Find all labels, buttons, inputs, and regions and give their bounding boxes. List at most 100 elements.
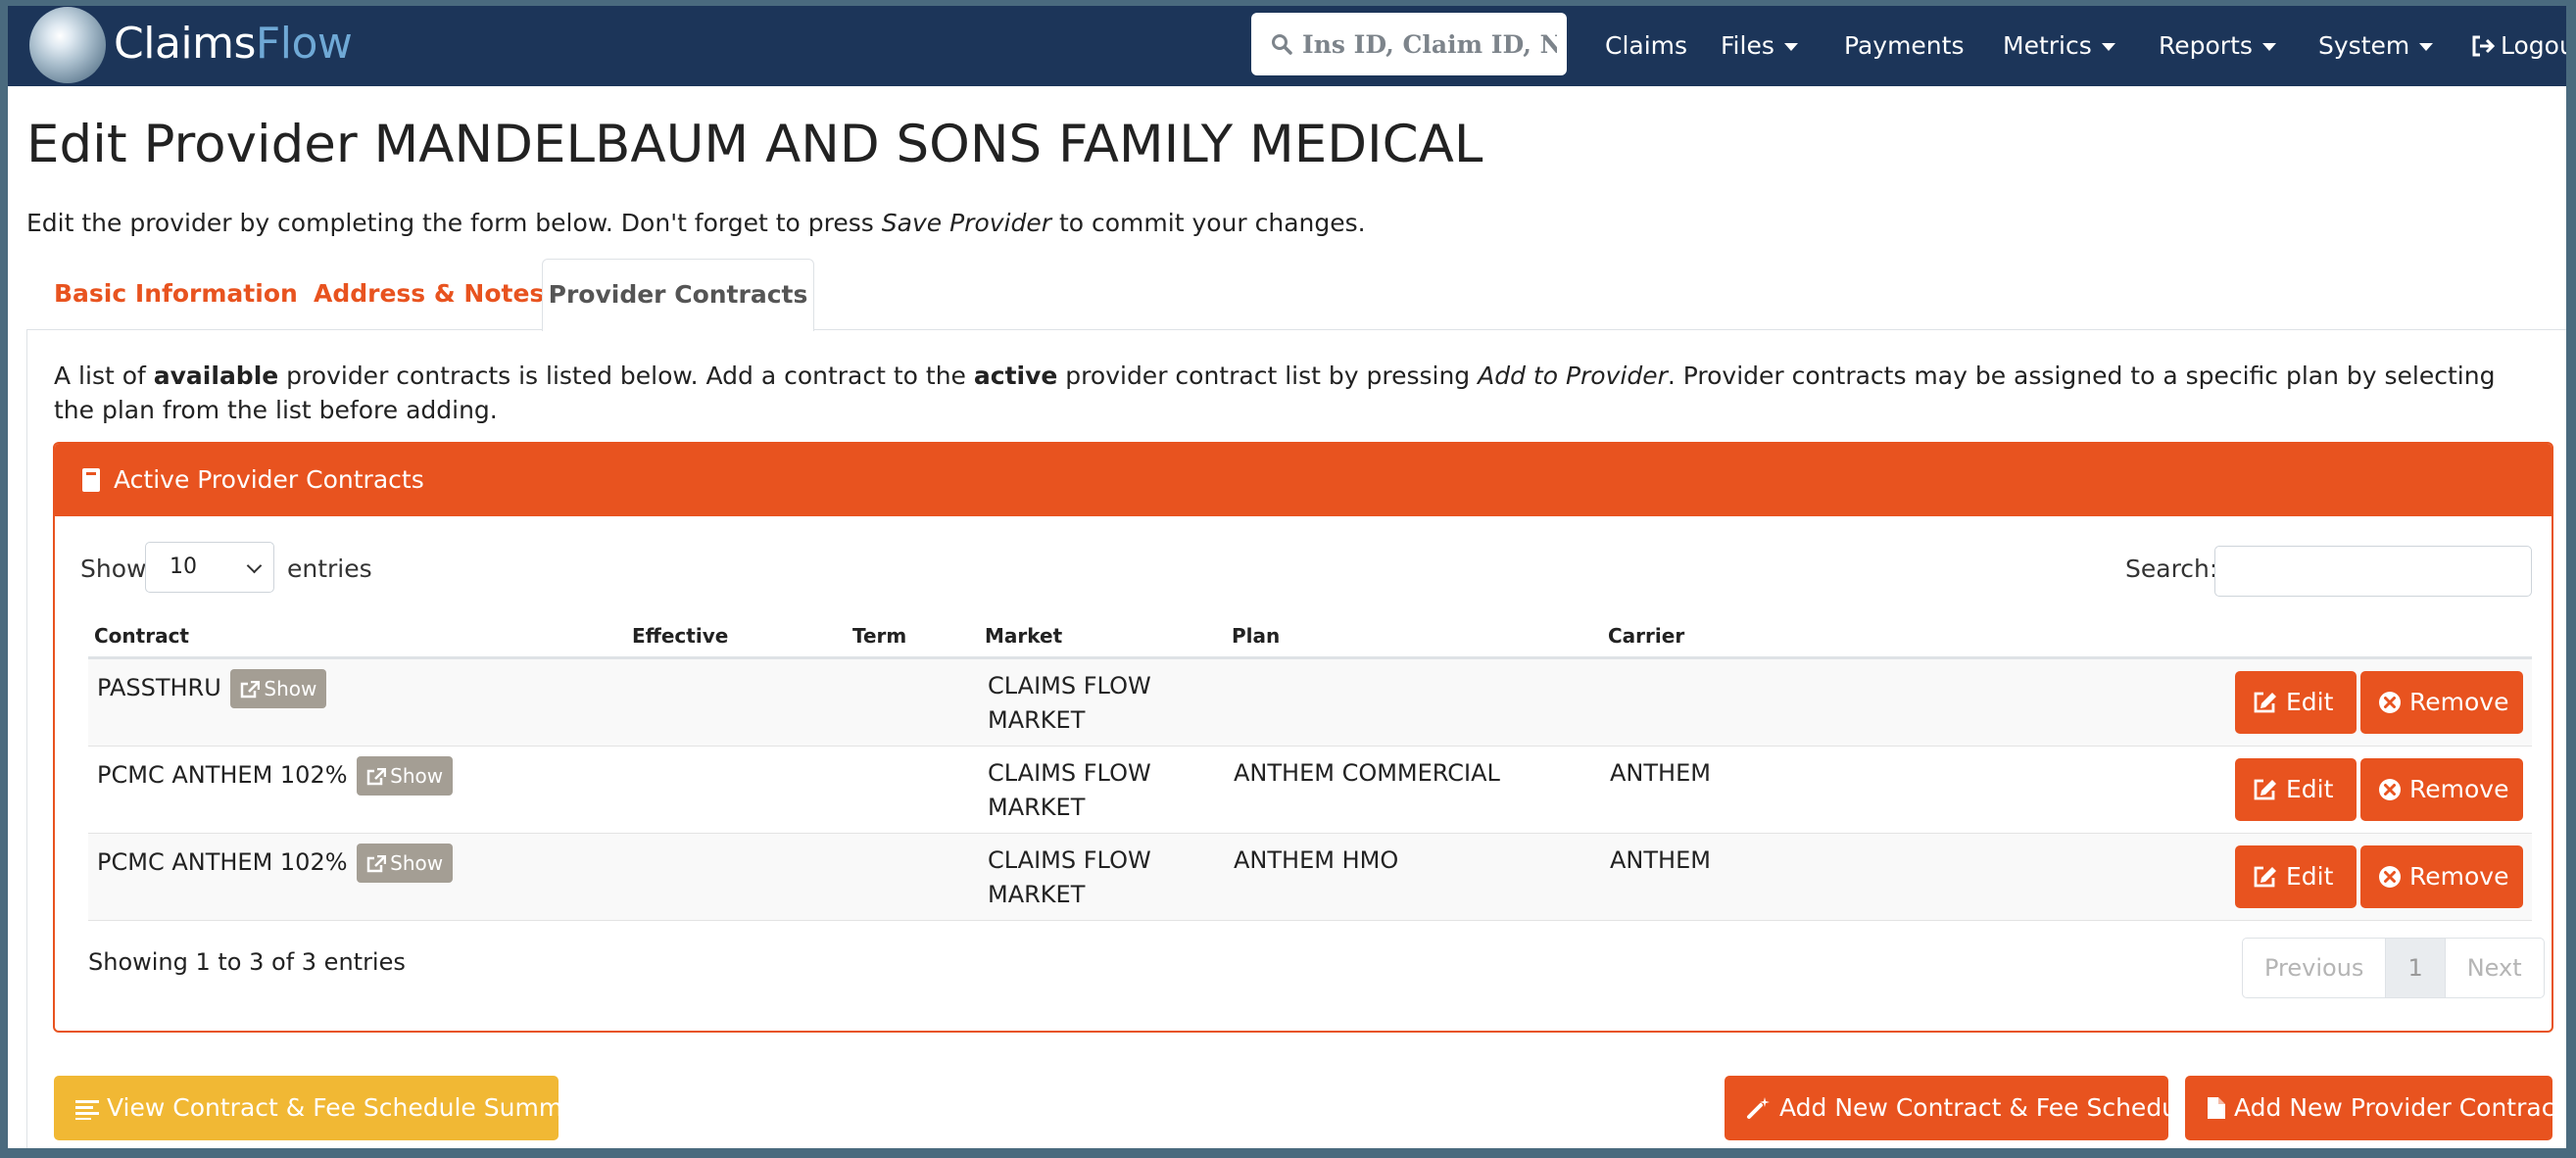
edit-contract-label: Edit xyxy=(2286,775,2334,803)
col-header-effective[interactable]: Effective xyxy=(632,623,728,649)
edit-contract-label: Edit xyxy=(2286,688,2334,716)
tab-address-notes-label: Address & Notes xyxy=(314,279,545,308)
desc-part-3: provider contracts is listed below. Add … xyxy=(278,362,974,390)
market-line-1: CLAIMS FLOW xyxy=(988,846,1151,874)
chevron-down-icon xyxy=(246,557,263,574)
add-contract-fee-schedule-label: Add New Contract & Fee Schedule xyxy=(1779,1093,2200,1122)
table-search-label: Search: xyxy=(2125,555,2218,583)
nav-reports-label: Reports xyxy=(2159,31,2253,60)
table-search-input[interactable] xyxy=(2214,546,2532,597)
page-size-value: 10 xyxy=(170,555,197,579)
card-header: Active Provider Contracts xyxy=(55,444,2552,516)
nav-reports[interactable]: Reports xyxy=(2159,6,2276,86)
show-contract-button[interactable]: Show xyxy=(230,669,327,708)
tab-basic-information[interactable]: Basic Information xyxy=(54,259,298,329)
table-row: PASSTHRU Show CLAIMS FLOW MARKET Edit Rem… xyxy=(88,659,2532,747)
remove-contract-label: Remove xyxy=(2409,862,2509,891)
market-line-2: MARKET xyxy=(988,706,1086,734)
col-header-contract[interactable]: Contract xyxy=(94,623,189,649)
book-icon xyxy=(82,468,100,492)
global-search-input[interactable] xyxy=(1300,28,1559,60)
nav-metrics[interactable]: Metrics xyxy=(2003,6,2115,86)
edit-icon xyxy=(2254,692,2276,713)
show-label: Show xyxy=(80,555,147,583)
cell-market: CLAIMS FLOW MARKET xyxy=(988,756,1151,825)
show-contract-label: Show xyxy=(264,677,317,700)
add-provider-contract-label: Add New Provider Contract xyxy=(2234,1093,2565,1122)
remove-contract-label: Remove xyxy=(2409,688,2509,716)
add-provider-contract-button[interactable]: Add New Provider Contract xyxy=(2185,1076,2564,1140)
caret-down-icon xyxy=(2419,43,2434,51)
nav-logout-label: Logout xyxy=(2501,31,2566,60)
edit-contract-button[interactable]: Edit xyxy=(2235,758,2357,821)
edit-contract-label: Edit xyxy=(2286,862,2334,891)
nav-payments-label: Payments xyxy=(1844,31,1965,60)
col-header-market[interactable]: Market xyxy=(985,623,1062,649)
desc-part-6: Add to Provider xyxy=(1478,362,1668,390)
external-link-icon xyxy=(366,854,387,873)
nav-files-label: Files xyxy=(1721,31,1774,60)
caret-down-icon xyxy=(2261,43,2276,51)
nav-system[interactable]: System xyxy=(2318,6,2434,86)
cell-market: CLAIMS FLOW MARKET xyxy=(988,669,1151,738)
cell-contract: PCMC ANTHEM 102% Show xyxy=(97,756,454,796)
pager-next[interactable]: Next xyxy=(2444,939,2544,997)
entries-label: entries xyxy=(287,555,372,583)
sign-out-icon xyxy=(2472,35,2496,57)
times-circle-icon xyxy=(2379,779,2401,800)
tab-provider-contracts-label: Provider Contracts xyxy=(548,280,808,309)
table-info: Showing 1 to 3 of 3 entries xyxy=(88,948,406,976)
col-header-term[interactable]: Term xyxy=(852,623,906,649)
show-contract-label: Show xyxy=(390,764,444,788)
cell-market: CLAIMS FLOW MARKET xyxy=(988,844,1151,912)
nav-payments[interactable]: Payments xyxy=(1844,6,1964,86)
list-icon xyxy=(75,1100,99,1120)
tab-provider-contracts[interactable]: Provider Contracts xyxy=(542,259,814,331)
page-size-select[interactable]: 10 xyxy=(145,542,274,593)
table-row: PCMC ANTHEM 102% Show CLAIMS FLOW MARKET … xyxy=(88,834,2532,921)
table-row: PCMC ANTHEM 102% Show CLAIMS FLOW MARKET … xyxy=(88,747,2532,834)
app-window: ClaimsFlow Claims Files Payments Metrics… xyxy=(8,6,2566,1148)
remove-contract-button[interactable]: Remove xyxy=(2360,845,2523,908)
pager-page-1[interactable]: 1 xyxy=(2385,939,2445,997)
file-icon xyxy=(2208,1097,2225,1119)
market-line-2: MARKET xyxy=(988,794,1086,821)
desc-part-1: A list of xyxy=(54,362,154,390)
cell-carrier: ANTHEM xyxy=(1610,759,1711,787)
nav-claims-label: Claims xyxy=(1605,31,1688,60)
page-intro-text-end: to commit your changes. xyxy=(1051,209,1366,237)
edit-contract-button[interactable]: Edit xyxy=(2235,845,2357,908)
edit-icon xyxy=(2254,779,2276,800)
nav-logout[interactable]: Logout xyxy=(2471,6,2566,86)
view-summary-button[interactable]: View Contract & Fee Schedule Summary xyxy=(54,1076,603,1140)
desc-part-4: active xyxy=(973,362,1058,390)
market-line-1: CLAIMS FLOW xyxy=(988,759,1151,787)
brand-logo[interactable]: ClaimsFlow xyxy=(114,19,353,69)
nav-system-label: System xyxy=(2318,31,2410,60)
cell-contract: PCMC ANTHEM 102% Show xyxy=(97,844,454,883)
nav-metrics-label: Metrics xyxy=(2003,31,2092,60)
remove-contract-button[interactable]: Remove xyxy=(2360,671,2523,734)
desc-part-2: available xyxy=(153,362,279,390)
pager-previous[interactable]: Previous xyxy=(2243,939,2385,997)
edit-contract-button[interactable]: Edit xyxy=(2235,671,2357,734)
show-contract-button[interactable]: Show xyxy=(357,844,454,883)
page-intro: Edit the provider by completing the form… xyxy=(26,208,1366,239)
add-contract-fee-schedule-button[interactable]: Add New Contract & Fee Schedule xyxy=(1725,1076,2199,1140)
show-contract-button[interactable]: Show xyxy=(357,756,454,796)
contract-name: PASSTHRU xyxy=(97,674,221,701)
caret-down-icon xyxy=(1783,43,1798,51)
cell-plan: ANTHEM HMO xyxy=(1234,846,1399,874)
times-circle-icon xyxy=(2379,866,2401,888)
brand-name-part2: Flow xyxy=(255,19,353,69)
col-header-plan[interactable]: Plan xyxy=(1232,623,1280,649)
times-circle-icon xyxy=(2379,692,2401,713)
tab-address-notes[interactable]: Address & Notes xyxy=(314,259,544,329)
remove-contract-label: Remove xyxy=(2409,775,2509,803)
nav-claims[interactable]: Claims xyxy=(1605,6,1687,86)
remove-contract-button[interactable]: Remove xyxy=(2360,758,2523,821)
logo-orb-icon xyxy=(29,7,106,83)
external-link-icon xyxy=(366,767,387,786)
col-header-carrier[interactable]: Carrier xyxy=(1608,623,1684,649)
nav-files[interactable]: Files xyxy=(1721,6,1798,86)
